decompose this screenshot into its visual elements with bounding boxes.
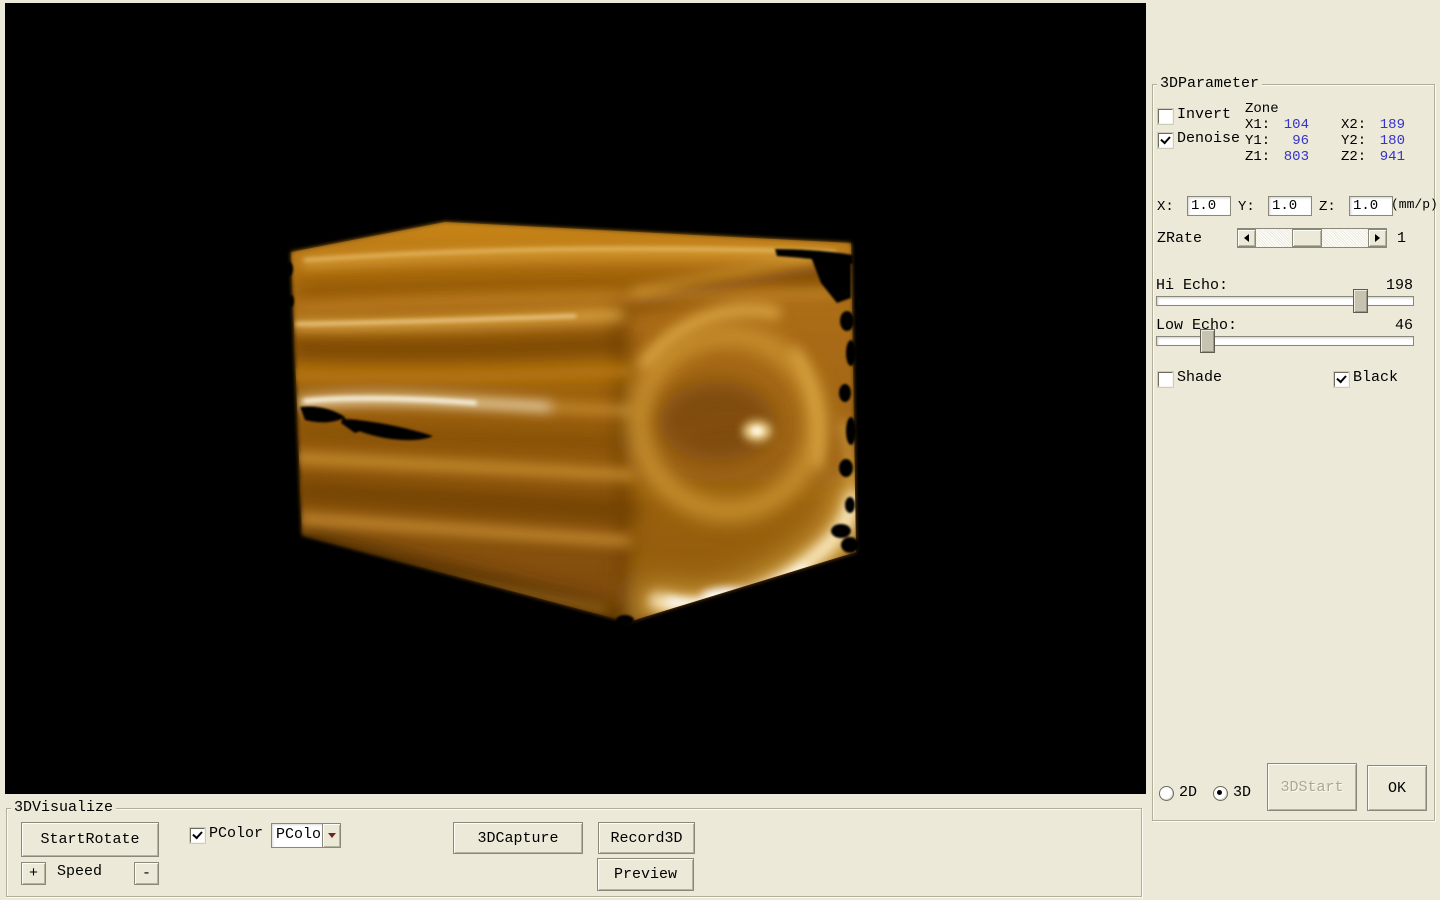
- zone-z2-value: 941: [1361, 149, 1405, 165]
- pcolor-select[interactable]: PColor: [271, 823, 341, 848]
- parameter-panel: 3DParameter Invert Denoise Zone X1: 104 …: [1152, 84, 1435, 821]
- mode-2d-label: 2D: [1179, 785, 1197, 801]
- hi-echo-label: Hi Echo:: [1156, 278, 1228, 294]
- hi-echo-slider[interactable]: [1156, 296, 1414, 306]
- mode-2d-radio[interactable]: [1159, 786, 1174, 801]
- zrate-arrow-left-icon[interactable]: [1237, 229, 1256, 247]
- low-echo-label: Low Echo:: [1156, 318, 1237, 334]
- invert-checkbox[interactable]: [1158, 109, 1173, 124]
- application-window: 3DParameter Invert Denoise Zone X1: 104 …: [0, 0, 1440, 900]
- visualize-panel: 3DVisualize StartRotate PColor PColor + …: [6, 808, 1142, 897]
- zrate-scrollbar[interactable]: [1237, 228, 1387, 248]
- pcolor-checkbox[interactable]: [190, 828, 205, 843]
- dropdown-arrow-icon[interactable]: [322, 824, 340, 847]
- scale-y-input[interactable]: [1268, 196, 1312, 216]
- speed-label: Speed: [57, 864, 102, 880]
- scale-x-input[interactable]: [1187, 196, 1231, 216]
- black-checkbox[interactable]: [1334, 372, 1349, 387]
- scale-z-label: Z:: [1319, 199, 1336, 215]
- zrate-arrow-right-icon[interactable]: [1368, 229, 1387, 247]
- parameter-panel-title: 3DParameter: [1157, 76, 1262, 92]
- ultrasound-3d-volume: [5, 3, 1146, 794]
- zone-z1-value: 803: [1265, 149, 1309, 165]
- scale-unit-label: (mm/p): [1391, 197, 1438, 213]
- invert-label: Invert: [1177, 107, 1231, 123]
- zone-x1-value: 104: [1265, 117, 1309, 133]
- 3dcapture-button[interactable]: 3DCapture: [453, 822, 583, 854]
- start-rotate-button[interactable]: StartRotate: [21, 822, 159, 857]
- black-label: Black: [1353, 370, 1398, 386]
- zrate-label: ZRate: [1157, 231, 1202, 247]
- low-echo-slider-thumb[interactable]: [1200, 329, 1215, 353]
- shade-checkbox[interactable]: [1158, 372, 1173, 387]
- scale-y-label: Y:: [1238, 199, 1255, 215]
- zone-title: Zone: [1245, 101, 1279, 117]
- zrate-scrollbar-thumb[interactable]: [1292, 229, 1322, 247]
- speed-minus-button[interactable]: -: [134, 862, 159, 885]
- zone-x2-value: 189: [1361, 117, 1405, 133]
- scale-x-label: X:: [1157, 199, 1174, 215]
- denoise-label: Denoise: [1177, 131, 1240, 147]
- zone-y2-value: 180: [1361, 133, 1405, 149]
- speed-plus-button[interactable]: +: [21, 862, 46, 885]
- mode-3d-label: 3D: [1233, 785, 1251, 801]
- hi-echo-slider-thumb[interactable]: [1353, 289, 1368, 313]
- low-echo-slider[interactable]: [1156, 336, 1414, 346]
- zrate-value: 1: [1397, 231, 1406, 247]
- scale-z-input[interactable]: [1349, 196, 1393, 216]
- pcolor-label: PColor: [209, 826, 263, 842]
- preview-button[interactable]: Preview: [597, 858, 694, 891]
- ok-button[interactable]: OK: [1367, 765, 1427, 811]
- low-echo-value: 46: [1353, 318, 1413, 334]
- shade-label: Shade: [1177, 370, 1222, 386]
- mode-3d-radio[interactable]: [1213, 786, 1228, 801]
- visualize-panel-title: 3DVisualize: [11, 800, 116, 816]
- zone-y1-value: 96: [1265, 133, 1309, 149]
- denoise-checkbox[interactable]: [1158, 133, 1173, 148]
- volume-render-viewport[interactable]: [5, 3, 1146, 794]
- 3dstart-button[interactable]: 3DStart: [1267, 763, 1357, 811]
- record3d-button[interactable]: Record3D: [598, 822, 695, 854]
